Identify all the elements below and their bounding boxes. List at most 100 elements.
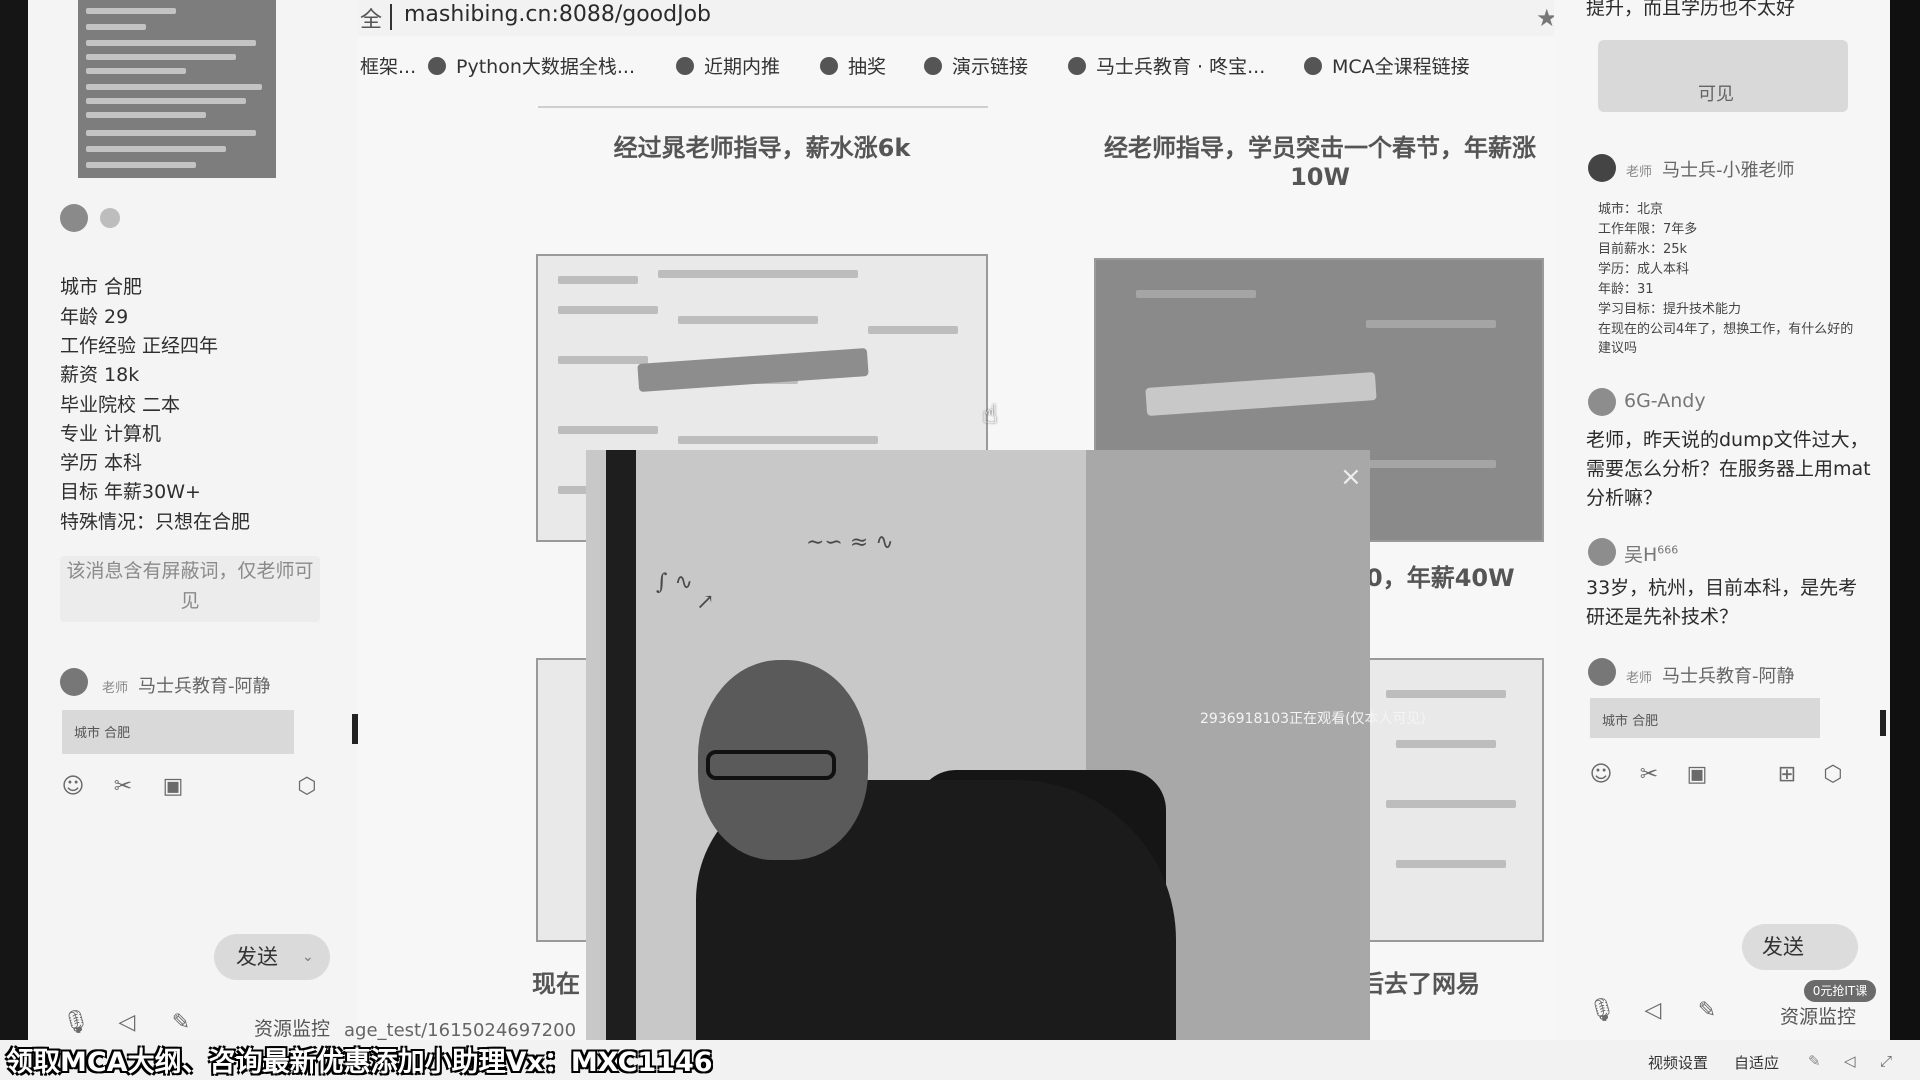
teacher-name: 马士兵教育-阿静 [138, 676, 271, 697]
msg3-text: 33岁，杭州，目前本科，是先考研还是先补技术？ [1586, 577, 1858, 628]
msg4-tag: 老师 [1626, 671, 1653, 686]
profile-special: 特殊情况：只想在合肥 [60, 511, 251, 533]
profile-age: 年龄 29 [60, 306, 129, 328]
msg1-tag: 老师 [1626, 165, 1653, 180]
bookmark-mca-icon [1304, 57, 1322, 75]
teacher-tag: 老师 [102, 681, 129, 696]
msg1-name: 马士兵-小雅老师 [1662, 160, 1795, 181]
image-icon[interactable]: ▣ [1684, 762, 1710, 788]
globe-icon [924, 57, 942, 75]
qq-avatar [1588, 154, 1616, 182]
card2-title: 经老师指导，学员突击一个春节，年薪涨10W [1104, 134, 1536, 191]
profile-school: 毕业院校 二本 [60, 394, 181, 416]
panel-resize-handle[interactable] [1880, 710, 1886, 736]
bookmark-framework[interactable]: 框架... [360, 52, 416, 79]
bookmark-referral-icon [676, 57, 694, 75]
scissors-icon[interactable]: ✂ [110, 774, 136, 800]
adaptive-button[interactable]: 自适应 [1734, 1052, 1779, 1073]
close-icon[interactable]: × [1340, 462, 1362, 492]
mute-icon[interactable]: ✎ [168, 1010, 194, 1036]
card1-title: 经过晁老师指导，薪水涨6k [613, 134, 911, 162]
scissors-icon[interactable]: ✂ [1636, 762, 1662, 788]
msg3-name: 吴H [1624, 544, 1658, 566]
profile-goal: 目标 年薪30W+ [60, 481, 201, 503]
msg2-name: 6G-Andy [1624, 390, 1706, 412]
volume-icon[interactable]: ◁ [1844, 1052, 1856, 1070]
url-text[interactable]: mashibing.cn:8088/goodJob [404, 2, 711, 27]
card6-screenshot[interactable] [1364, 658, 1544, 942]
profile-degree: 学历 本科 [60, 452, 143, 474]
url-prefix: 全 [360, 8, 383, 33]
promo-banner: 领取MCA大纲、咨询最新优惠添加小助理Vx：MXC1146 [6, 1047, 713, 1078]
settings-small-icon[interactable] [100, 208, 120, 228]
bookmark-mca[interactable]: MCA全课程链接 [1304, 52, 1470, 79]
bookmark-framework-label: 框架... [360, 56, 417, 78]
left-window-edge [0, 0, 28, 1040]
teacher-header: 老师 马士兵教育-阿静 [102, 672, 271, 698]
msg4-name: 马士兵教育-阿静 [1662, 666, 1795, 687]
bookmark-mashibing-label: 马士兵教育 · 咚宝... [1096, 56, 1266, 78]
msg1-line: 城市：北京 [1598, 202, 1664, 217]
right-window-edge [1890, 0, 1920, 1040]
wechat-icon[interactable] [60, 204, 88, 232]
msg4-header: 老师 马士兵教育-阿静 [1626, 662, 1795, 688]
image-icon[interactable]: ▣ [160, 774, 186, 800]
feedback-icon[interactable]: ⊞ [1774, 762, 1800, 788]
glasses [706, 750, 836, 780]
resource-monitor-link[interactable]: 资源监控 [254, 1014, 330, 1041]
profile-major: 专业 计算机 [60, 423, 162, 445]
bookmark-mca-label: MCA全课程链接 [1332, 56, 1470, 78]
msg1-line: 目前薪水：25k [1598, 242, 1688, 257]
video-settings-button[interactable]: 视频设置 [1648, 1052, 1708, 1073]
teacher-video[interactable]: ∼∽ ≈ ∿ ∫ ∿ ↗ × [586, 450, 1370, 1040]
resource-monitor-link[interactable]: 资源监控 [1780, 1002, 1856, 1029]
bookmark-demo[interactable]: 演示链接 [924, 52, 1028, 79]
free-course-badge[interactable]: 0元抢IT课 [1804, 980, 1876, 1002]
microphone-icon[interactable]: 🎙 [1588, 998, 1616, 1024]
shield-icon[interactable]: ⬡ [1820, 762, 1846, 788]
wechat-icon [1588, 538, 1616, 566]
send-button[interactable]: 发送 [1742, 924, 1858, 970]
card6-title: 后去了网易 [1360, 970, 1480, 998]
globe-icon [820, 57, 838, 75]
microphone-icon[interactable]: 🎙 [62, 1010, 90, 1036]
msg3-header: 吴H666 [1624, 540, 1678, 567]
mouse-pointer-icon: ☝ [982, 400, 998, 430]
profile-salary: 薪资 18k [60, 364, 140, 386]
shield-icon[interactable]: ⬡ [294, 774, 320, 800]
pin-icon[interactable]: ✎ [1808, 1052, 1821, 1070]
blocked-message: 该消息含有屏蔽词，仅老师可见 [60, 556, 320, 622]
message-preview-text: 城市 合肥 [1602, 714, 1659, 729]
whiteboard-frame [606, 450, 636, 1040]
speaker-icon[interactable]: ◁ [1640, 998, 1666, 1024]
previous-message-image[interactable] [78, 0, 276, 178]
send-button-label: 发送 [236, 945, 278, 969]
bookmark-lottery[interactable]: 抽奖 [820, 52, 886, 79]
whiteboard-writing: ∫ ∿ [656, 570, 693, 595]
emoji-icon[interactable]: ☺ [60, 774, 86, 800]
profile-city: 城市 合肥 [60, 276, 143, 298]
chevron-down-icon[interactable]: ⌄ [302, 934, 314, 980]
status-url: age_test/1615024697200 [344, 1020, 577, 1041]
bookmark-python-label: Python大数据全栈... [456, 56, 635, 78]
mute-icon[interactable]: ✎ [1694, 998, 1720, 1024]
msg1-line: 年龄：31 [1598, 282, 1654, 297]
send-button-label: 发送 [1762, 935, 1804, 959]
speaker-icon[interactable]: ◁ [114, 1010, 140, 1036]
msg1-header: 老师 马士兵-小雅老师 [1626, 156, 1795, 182]
bookmark-underline [538, 106, 988, 108]
fullscreen-icon[interactable]: ⤢ [1880, 1052, 1892, 1070]
teacher-avatar [1588, 658, 1616, 686]
globe-icon [1068, 57, 1086, 75]
msg1-line: 学历：成人本科 [1598, 262, 1690, 277]
address-divider [390, 4, 392, 30]
msg1-line: 在现在的公司4年了，想换工作，有什么好的建议吗 [1598, 322, 1854, 356]
emoji-icon[interactable]: ☺ [1588, 762, 1614, 788]
previous-message-text: 提升，而且学历也不太好 [1586, 0, 1796, 19]
whiteboard-writing: ∼∽ ≈ ∿ [806, 530, 894, 555]
wechat-icon [1588, 388, 1616, 416]
bookmark-python[interactable]: Python大数据全栈... [428, 52, 635, 79]
bookmark-referral[interactable]: 近期内推 [676, 52, 780, 79]
bookmark-mashibing[interactable]: 马士兵教育 · 咚宝... [1068, 52, 1265, 79]
send-button[interactable]: 发送 ⌄ [214, 934, 330, 980]
